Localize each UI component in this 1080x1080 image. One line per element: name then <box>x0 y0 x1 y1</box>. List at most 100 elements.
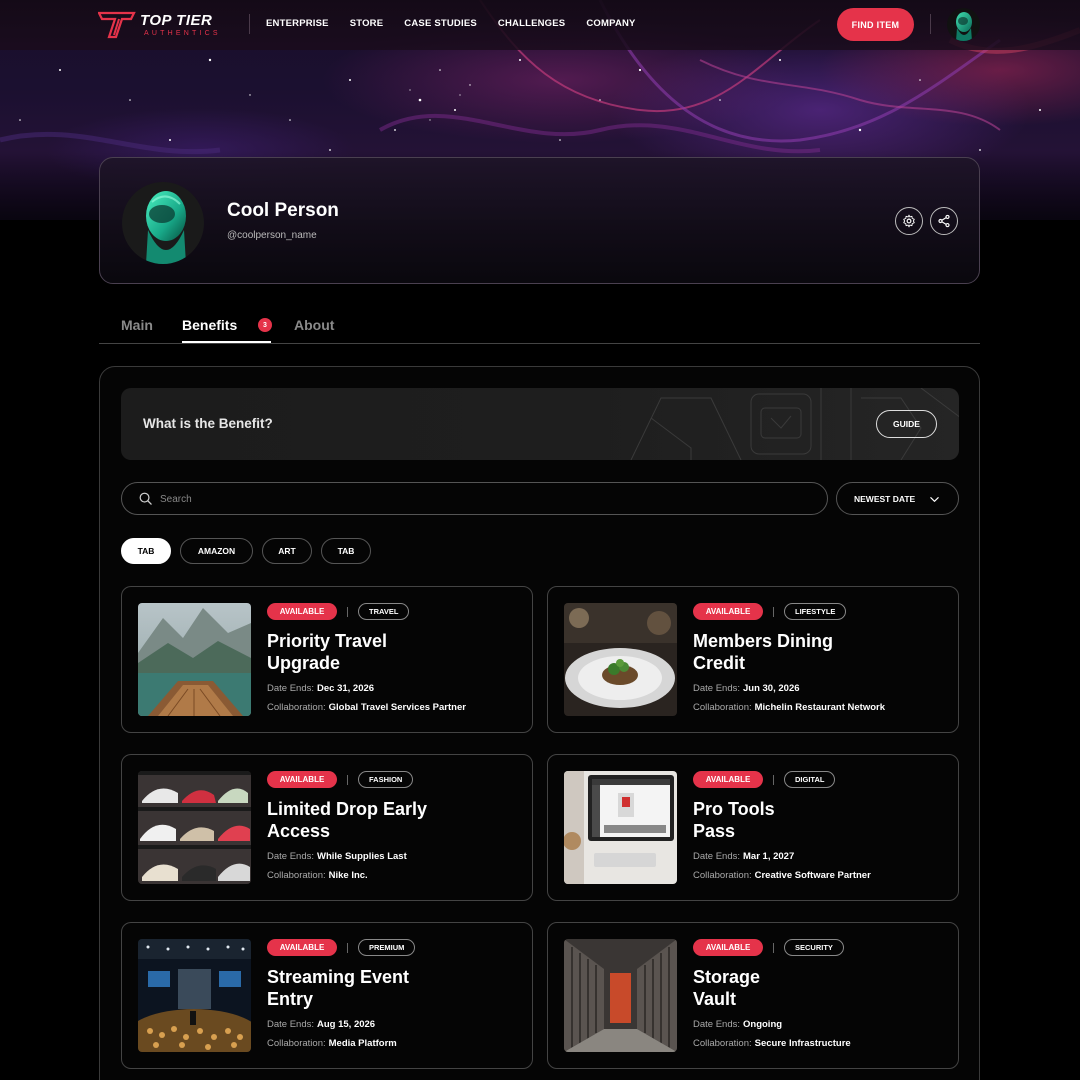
benefit-title: Streaming Event Entry <box>267 966 517 1010</box>
benefit-image <box>138 939 251 1052</box>
avatar-head-icon <box>956 12 972 41</box>
badge-divider <box>773 943 774 953</box>
badge-divider <box>773 607 774 617</box>
date-label: Date Ends: <box>693 851 740 862</box>
brand-subtitle: AUTHENTICS <box>144 30 221 37</box>
gear-icon <box>903 214 915 228</box>
tab-benefits[interactable]: Benefits <box>182 317 237 333</box>
benefit-date: Date Ends: Aug 15, 2026 <box>267 1019 375 1030</box>
category-badge: TRAVEL <box>358 603 410 620</box>
benefit-collab: Collaboration: Media Platform <box>267 1038 397 1049</box>
status-badge: AVAILABLE <box>267 939 337 956</box>
benefit-date: Date Ends: While Supplies Last <box>267 851 407 862</box>
chevron-down-icon <box>930 497 939 502</box>
nav-link-company[interactable]: COMPANY <box>586 18 635 29</box>
status-badge: AVAILABLE <box>693 603 763 620</box>
top-nav: TOP TIER AUTHENTICS ENTERPRISE STORE CAS… <box>0 0 1080 50</box>
date-label: Date Ends: <box>267 683 314 694</box>
sort-label: NEWEST DATE <box>854 493 916 504</box>
benefit-title-line: Members Dining <box>693 631 834 651</box>
benefit-title: Storage Vault <box>693 966 943 1010</box>
date-value: Mar 1, 2027 <box>743 851 795 862</box>
brand-logo[interactable]: TOP TIER AUTHENTICS <box>98 11 221 39</box>
benefit-title-line: Priority Travel <box>267 631 388 651</box>
benefit-info-banner: What is the Benefit? GUIDE <box>121 388 959 460</box>
user-avatar[interactable] <box>947 8 980 41</box>
profile-avatar <box>122 182 204 264</box>
benefit-title-line: Entry <box>267 989 314 1009</box>
collab-value: Global Travel Services Partner <box>328 702 466 713</box>
badge-divider <box>347 943 348 953</box>
benefit-date: Date Ends: Ongoing <box>693 1019 782 1030</box>
benefit-title-line: Access <box>267 821 331 841</box>
benefit-collab: Collaboration: Nike Inc. <box>267 870 368 881</box>
benefit-card[interactable]: AVAILABLE LIFESTYLE Members Dining Credi… <box>547 586 959 733</box>
collab-value: Secure Infrastructure <box>754 1038 851 1049</box>
benefit-title-line: Vault <box>693 989 737 1009</box>
badge-divider <box>347 607 348 617</box>
benefit-image <box>564 771 677 884</box>
nav-link-case-studies[interactable]: CASE STUDIES <box>404 18 477 29</box>
benefit-image <box>138 771 251 884</box>
date-label: Date Ends: <box>267 851 314 862</box>
benefit-card[interactable]: AVAILABLE TRAVEL Priority Travel Upgrade… <box>121 586 533 733</box>
collab-label: Collaboration: <box>267 870 326 881</box>
benefit-title-line: Pro Tools <box>693 799 775 819</box>
benefit-card[interactable]: AVAILABLE PREMIUM Streaming Event Entry … <box>121 922 533 1069</box>
benefit-date: Date Ends: Jun 30, 2026 <box>693 683 800 694</box>
guide-button[interactable]: GUIDE <box>876 410 937 438</box>
search-input[interactable] <box>160 490 800 508</box>
benefit-image <box>138 603 251 716</box>
benefit-title-line: Pass <box>693 821 736 841</box>
date-value: Aug 15, 2026 <box>317 1019 376 1030</box>
filter-chip-amazon[interactable]: AMAZON <box>180 538 253 564</box>
benefit-title-line: Limited Drop Early <box>267 799 428 819</box>
nav-link-store[interactable]: STORE <box>350 18 384 29</box>
collab-label: Collaboration: <box>693 1038 752 1049</box>
status-badge: AVAILABLE <box>693 771 763 788</box>
benefit-title-line: Streaming Event <box>267 967 410 987</box>
category-badge: PREMIUM <box>358 939 416 956</box>
logo-mark-icon <box>98 11 136 39</box>
profile-card: Cool Person @coolperson_name <box>99 157 980 284</box>
benefit-banner-title: What is the Benefit? <box>143 416 273 431</box>
benefits-panel: What is the Benefit? GUIDE NEWEST DATE T… <box>99 366 980 1080</box>
benefit-collab: Collaboration: Michelin Restaurant Networ… <box>693 702 885 713</box>
collab-label: Collaboration: <box>693 702 752 713</box>
benefit-card[interactable]: AVAILABLE FASHION Limited Drop Early Acc… <box>121 754 533 901</box>
brand-title: TOP TIER <box>140 12 213 29</box>
benefit-title: Pro Tools Pass <box>693 798 943 842</box>
benefit-date: Date Ends: Mar 1, 2027 <box>693 851 794 862</box>
benefit-collab: Collaboration: Secure Infrastructure <box>693 1038 851 1049</box>
profile-tabs: Main Benefits 3 About <box>99 310 980 344</box>
share-icon <box>938 214 950 228</box>
collab-label: Collaboration: <box>267 1038 326 1049</box>
benefit-image <box>564 939 677 1052</box>
collab-label: Collaboration: <box>693 870 752 881</box>
benefit-card[interactable]: AVAILABLE SECURITY Storage Vault Date En… <box>547 922 959 1069</box>
nav-link-challenges[interactable]: CHALLENGES <box>498 18 565 29</box>
search-icon <box>139 492 152 505</box>
share-button[interactable] <box>930 207 958 235</box>
nav-link-enterprise[interactable]: ENTERPRISE <box>266 18 329 29</box>
settings-button[interactable] <box>895 207 923 235</box>
tab-main[interactable]: Main <box>121 317 153 333</box>
category-badge: DIGITAL <box>784 771 836 788</box>
collab-value: Nike Inc. <box>328 870 368 881</box>
avatar-head-icon <box>146 191 186 264</box>
benefit-title: Limited Drop Early Access <box>267 798 517 842</box>
tab-count-badge: 3 <box>258 318 272 332</box>
filter-chip-tab[interactable]: TAB <box>321 538 371 564</box>
benefit-date: Date Ends: Dec 31, 2026 <box>267 683 374 694</box>
category-badge: LIFESTYLE <box>784 603 847 620</box>
date-value: Dec 31, 2026 <box>317 683 375 694</box>
filter-chip-tab[interactable]: TAB <box>121 538 171 564</box>
date-value: Ongoing <box>743 1019 783 1030</box>
sort-dropdown[interactable]: NEWEST DATE <box>836 482 959 515</box>
tab-about[interactable]: About <box>294 317 334 333</box>
filter-chip-art[interactable]: ART <box>262 538 312 564</box>
find-item-button[interactable]: FIND ITEM <box>837 8 914 41</box>
benefit-card[interactable]: AVAILABLE DIGITAL Pro Tools Pass Date En… <box>547 754 959 901</box>
category-badge: FASHION <box>358 771 414 788</box>
collab-value: Michelin Restaurant Network <box>754 702 886 713</box>
